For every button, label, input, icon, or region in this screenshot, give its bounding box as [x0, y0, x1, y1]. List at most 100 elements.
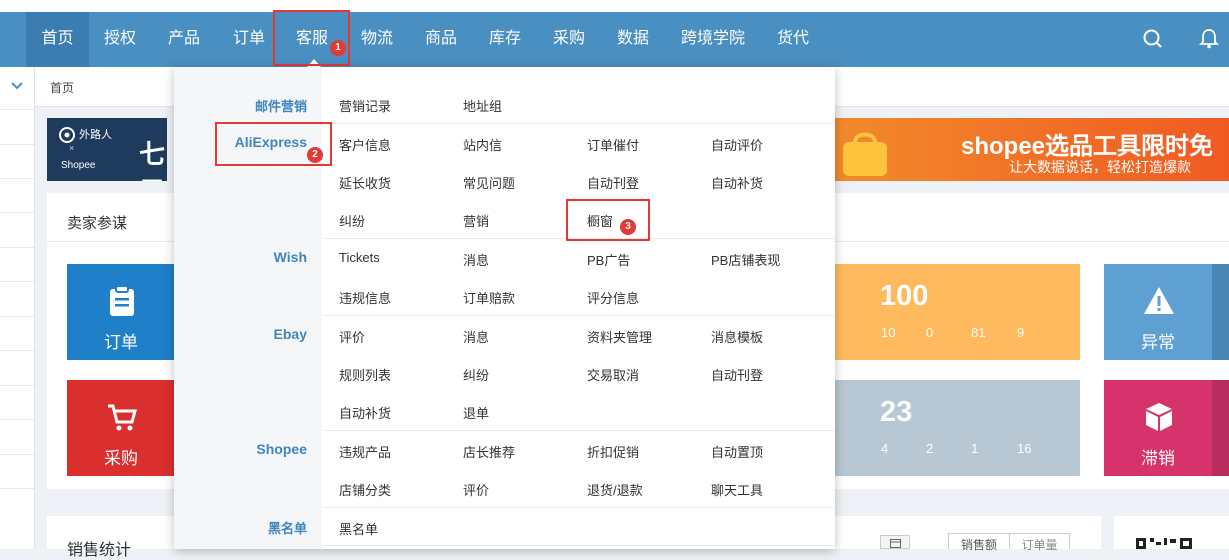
qr-card — [1114, 516, 1229, 549]
sidebar-divider — [0, 385, 34, 386]
stats-bottom-value: 4 — [881, 441, 889, 456]
annotation-box-3 — [566, 199, 650, 241]
tile-partial[interactable] — [1212, 380, 1229, 476]
sidebar-divider — [0, 247, 34, 248]
menu-item-rule-list[interactable]: 规则列表 — [339, 365, 391, 384]
menu-item-pb-store-performance[interactable]: PB店铺表现 — [711, 250, 780, 269]
promo-banner-left[interactable]: 外路人 × Shopee 七元 — [47, 118, 167, 181]
menu-item-reviews[interactable]: 评价 — [463, 480, 489, 499]
nav-item-freight[interactable]: 货代 — [777, 12, 809, 67]
menu-item-auto-bump[interactable]: 自动置顶 — [711, 442, 763, 461]
menu-item-site-messages[interactable]: 站内信 — [463, 135, 502, 154]
menu-item-tickets[interactable]: Tickets — [339, 250, 380, 265]
banner-right-subtitle: 让大数据说话，轻松打造爆款 — [1009, 159, 1191, 175]
menu-item-disputes[interactable]: 纠纷 — [463, 365, 489, 384]
menu-item-address-group[interactable]: 地址组 — [463, 96, 502, 115]
search-icon[interactable] — [1142, 28, 1164, 50]
menu-item-marketing[interactable]: 营销 — [463, 211, 489, 230]
nav-item-auth[interactable]: 授权 — [104, 12, 136, 67]
menu-item-shop-recommend[interactable]: 店长推荐 — [463, 442, 515, 461]
menu-separator — [324, 430, 835, 431]
sidebar-divider — [0, 178, 34, 179]
bell-icon[interactable] — [1198, 28, 1220, 50]
menu-item-order-compensation[interactable]: 订单赔款 — [463, 288, 515, 307]
stats-top-value: 9 — [1017, 325, 1025, 340]
banner-right-title: shopee选品工具限时免 — [961, 133, 1214, 160]
menu-item-pb-ads[interactable]: PB广告 — [587, 250, 630, 269]
sidebar-divider — [0, 350, 34, 351]
nav-item-data[interactable]: 数据 — [617, 12, 649, 67]
tile-purchase[interactable]: 采购 — [67, 380, 175, 476]
stats-block-top[interactable]: 100 10 0 81 9 — [835, 264, 1080, 360]
breadcrumb[interactable]: 首页 — [50, 79, 74, 96]
menu-item-returns[interactable]: 退单 — [463, 403, 489, 422]
menu-item-customer-info[interactable]: 客户信息 — [339, 135, 391, 154]
menu-separator — [324, 545, 835, 546]
tile-partial[interactable] — [1212, 264, 1229, 360]
nav-item-purchase[interactable]: 采购 — [553, 12, 585, 67]
sidebar-divider — [0, 316, 34, 317]
menu-item-auto-restock[interactable]: 自动补货 — [711, 173, 763, 192]
menu-item-auto-restock[interactable]: 自动补货 — [339, 403, 391, 422]
menu-item-folder-management[interactable]: 资料夹管理 — [587, 327, 652, 346]
nav-item-product[interactable]: 产品 — [168, 12, 200, 67]
window-top-strip — [0, 0, 1229, 12]
stats-bottom-value: 16 — [1017, 441, 1032, 456]
menu-item-chat-tools[interactable]: 聊天工具 — [711, 480, 763, 499]
promo-banner-right[interactable]: shopee选品工具限时免 让大数据说话，轻松打造爆款 — [835, 118, 1229, 181]
menu-item-message-templates[interactable]: 消息模板 — [711, 327, 763, 346]
menu-separator — [324, 507, 835, 508]
tile-abnormal[interactable]: 异常 — [1104, 264, 1212, 360]
menu-item-violations[interactable]: 违规信息 — [339, 288, 391, 307]
menu-item-violating-products[interactable]: 违规产品 — [339, 442, 391, 461]
nav-item-logistics[interactable]: 物流 — [361, 12, 393, 67]
cart-icon — [108, 404, 137, 431]
menu-item-shop-categories[interactable]: 店铺分类 — [339, 480, 391, 499]
date-picker-button[interactable] — [880, 535, 910, 549]
menu-item-discount-promo[interactable]: 折扣促销 — [587, 442, 639, 461]
menu-item-blacklist[interactable]: 黑名单 — [339, 519, 378, 538]
banner-brand: 外路人 — [79, 129, 112, 141]
menu-item-payment-reminder[interactable]: 订单催付 — [587, 135, 639, 154]
chevron-down-icon[interactable] — [10, 81, 24, 91]
nav-item-home[interactable]: 首页 — [26, 12, 89, 67]
menu-item-messages[interactable]: 消息 — [463, 250, 489, 269]
nav-item-academy[interactable]: 跨境学院 — [681, 12, 745, 67]
menu-item-auto-review[interactable]: 自动评价 — [711, 135, 763, 154]
nav-item-inventory[interactable]: 库存 — [489, 12, 521, 67]
category-wish[interactable]: Wish — [274, 249, 307, 265]
sidebar-divider — [0, 454, 34, 455]
menu-item-return-refund[interactable]: 退货/退款 — [587, 480, 643, 499]
nav-item-order[interactable]: 订单 — [233, 12, 265, 67]
menu-separator — [324, 123, 835, 124]
annotation-box-1 — [273, 10, 350, 66]
menu-item-disputes[interactable]: 纠纷 — [339, 211, 365, 230]
tile-order-label: 订单 — [104, 333, 138, 352]
annotation-badge-3: 3 — [620, 219, 636, 235]
category-shopee[interactable]: Shopee — [256, 441, 307, 457]
annotation-badge-1: 1 — [330, 40, 346, 56]
menu-item-extend-receipt[interactable]: 延长收货 — [339, 173, 391, 192]
menu-item-transaction-cancel[interactable]: 交易取消 — [587, 365, 639, 384]
menu-item-feedback[interactable]: 评价 — [339, 327, 365, 346]
menu-item-marketing-records[interactable]: 营销记录 — [339, 96, 391, 115]
stats-top-value: 0 — [926, 325, 934, 340]
category-blacklist[interactable]: 黑名单 — [268, 518, 307, 537]
tile-slow-label: 滞销 — [1141, 449, 1175, 468]
nav-item-goods[interactable]: 商品 — [425, 12, 457, 67]
tab-sales-amount[interactable]: 销售额 — [948, 533, 1010, 552]
menu-item-auto-listing[interactable]: 自动刊登 — [587, 173, 639, 192]
tile-order[interactable]: 订单 — [67, 264, 175, 360]
tab-order-count[interactable]: 订单量 — [1010, 533, 1070, 552]
banner-shopee: Shopee — [61, 160, 96, 171]
menu-item-messages[interactable]: 消息 — [463, 327, 489, 346]
stats-top-total: 100 — [880, 280, 929, 312]
stats-block-bottom[interactable]: 23 4 2 1 16 — [835, 380, 1080, 476]
menu-item-faq[interactable]: 常见问题 — [463, 173, 515, 192]
menu-item-auto-listing[interactable]: 自动刊登 — [711, 365, 763, 384]
tile-slow-moving[interactable]: 滞销 — [1104, 380, 1212, 476]
sidebar-divider — [0, 419, 34, 420]
menu-item-rating-info[interactable]: 评分信息 — [587, 288, 639, 307]
category-ebay[interactable]: Ebay — [274, 326, 307, 342]
category-email-marketing[interactable]: 邮件营销 — [255, 96, 307, 115]
